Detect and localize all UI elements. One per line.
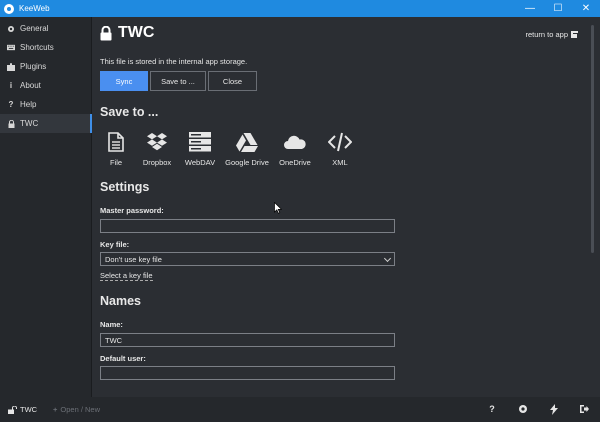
gear-icon	[7, 25, 15, 33]
sidebar-item-about[interactable]: i About	[0, 76, 91, 95]
window-title: KeeWeb	[19, 4, 50, 13]
key-file-selected-value: Don't use key file	[105, 254, 162, 264]
storage-option-label: OneDrive	[279, 158, 311, 167]
default-user-label: Default user:	[100, 354, 146, 363]
info-icon: i	[9, 81, 13, 90]
sidebar-item-shortcuts[interactable]: Shortcuts	[0, 38, 91, 57]
storage-option-label: WebDAV	[184, 158, 216, 167]
sidebar-item-plugins[interactable]: Plugins	[0, 57, 91, 76]
minimize-button[interactable]: —	[516, 0, 544, 17]
sidebar-item-general[interactable]: General	[0, 19, 91, 38]
question-icon: ?	[8, 100, 14, 109]
master-password-field[interactable]	[100, 219, 395, 233]
file-actions: Sync Save to ... Close	[100, 71, 259, 91]
default-user-field[interactable]	[100, 366, 395, 380]
key-file-label: Key file:	[100, 240, 130, 249]
storage-option-label: Dropbox	[142, 158, 172, 167]
footer-current-file[interactable]: TWC	[8, 405, 37, 414]
key-file-select[interactable]: Don't use key file	[100, 252, 395, 266]
footer-bar: TWC + Open / New ?	[0, 397, 600, 422]
sidebar-item-label: TWC	[20, 119, 39, 128]
storage-option-xml[interactable]: XML	[317, 132, 363, 167]
scrollbar[interactable]	[591, 25, 594, 253]
chevron-down-icon	[383, 254, 392, 263]
sidebar-item-twc[interactable]: TWC	[0, 114, 92, 133]
unlock-icon	[8, 405, 17, 414]
name-field[interactable]: TWC	[100, 333, 395, 347]
return-to-app-label: return to app	[525, 30, 568, 39]
keeweb-logo-icon	[4, 3, 14, 14]
sidebar-item-label: Plugins	[20, 62, 47, 71]
external-link-icon	[571, 31, 578, 38]
code-icon	[328, 132, 352, 152]
footer-open-new-label: Open / New	[60, 405, 100, 414]
settings-sidebar: General Shortcuts Plugins i About ? Help…	[0, 17, 92, 397]
footer-file-label: TWC	[20, 405, 38, 414]
puzzle-icon	[7, 62, 15, 71]
storage-option-file[interactable]: File	[93, 132, 139, 167]
names-heading: Names	[100, 294, 141, 308]
close-window-button[interactable]: ✕	[572, 0, 600, 17]
keyboard-icon	[7, 44, 15, 52]
settings-gear-icon[interactable]	[518, 404, 528, 414]
sidebar-item-label: Shortcuts	[20, 43, 54, 52]
storage-option-onedrive[interactable]: OneDrive	[272, 132, 318, 167]
save-to-heading: Save to ...	[100, 105, 159, 119]
sync-button[interactable]: Sync	[100, 71, 148, 91]
file-settings-panel: TWC return to app This file is stored in…	[93, 17, 600, 397]
lightning-icon[interactable]	[549, 403, 559, 415]
storage-option-label: Google Drive	[225, 158, 269, 167]
lock-icon	[7, 119, 15, 128]
maximize-button[interactable]: ☐	[544, 0, 572, 17]
lock-workspace-icon[interactable]	[579, 404, 589, 414]
sidebar-item-label: Help	[20, 100, 37, 109]
save-to-button[interactable]: Save to ...	[150, 71, 206, 91]
sidebar-item-label: General	[20, 24, 49, 33]
storage-option-dropbox[interactable]: Dropbox	[134, 132, 180, 167]
plus-icon: +	[53, 405, 58, 414]
sidebar-item-help[interactable]: ? Help	[0, 95, 91, 114]
file-icon	[108, 132, 124, 152]
settings-heading: Settings	[100, 180, 150, 194]
return-to-app-link[interactable]: return to app	[525, 30, 578, 39]
footer-open-new[interactable]: + Open / New	[53, 405, 100, 414]
help-icon[interactable]: ?	[487, 404, 497, 414]
dropbox-icon	[147, 133, 167, 151]
google-drive-icon	[236, 133, 258, 152]
select-key-file-link[interactable]: Select a key file	[100, 271, 153, 281]
mouse-cursor-icon	[274, 202, 282, 214]
storage-option-webdav[interactable]: WebDAV	[177, 132, 223, 167]
storage-option-label: File	[109, 158, 123, 167]
lock-icon	[100, 25, 112, 40]
sidebar-item-label: About	[20, 81, 41, 90]
master-password-label: Master password:	[100, 206, 164, 215]
cloud-icon	[284, 135, 306, 149]
storage-option-label: XML	[332, 158, 348, 167]
page-title: TWC	[100, 24, 154, 42]
storage-info-text: This file is stored in the internal app …	[100, 57, 248, 66]
close-file-button[interactable]: Close	[208, 71, 257, 91]
title-bar: KeeWeb — ☐ ✕	[0, 0, 600, 17]
storage-option-google-drive[interactable]: Google Drive	[224, 132, 270, 167]
server-icon	[189, 132, 211, 152]
file-title: TWC	[118, 24, 155, 41]
name-label: Name:	[100, 320, 123, 329]
